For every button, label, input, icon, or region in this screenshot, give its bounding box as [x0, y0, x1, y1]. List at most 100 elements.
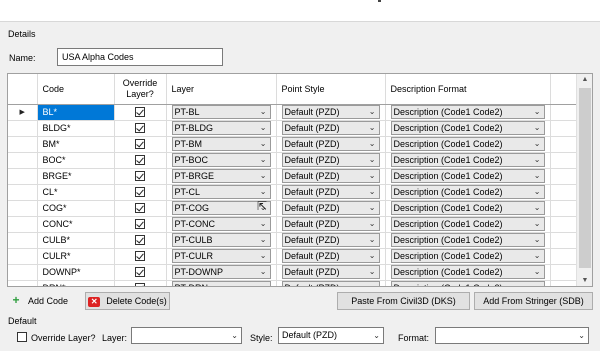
paste-civil3d-button[interactable]: Paste From Civil3D (DKS) [337, 292, 470, 310]
description-format-cell[interactable]: Description (Code1 Code2) ⌄ [385, 152, 551, 169]
layer-dropdown[interactable]: PT-BOC ⌄ [171, 153, 271, 167]
code-cell[interactable]: CL* [37, 184, 115, 201]
description-format-cell[interactable]: Description (Code1 Code2) ⌄ [385, 280, 551, 286]
layer-cell[interactable]: PT-CULB ⌄ [166, 232, 277, 249]
code-cell[interactable]: COG* [37, 200, 115, 217]
layer-cell[interactable]: PT-CULR ⌄ [166, 248, 277, 265]
row-header[interactable] [8, 264, 38, 281]
col-header-description-format[interactable]: Description Format [385, 74, 551, 105]
override-checkbox[interactable] [135, 155, 145, 166]
point-style-dropdown[interactable]: Default (PZD) ⌄ [281, 185, 380, 199]
layer-cell[interactable]: PT-BRGE ⌄ [166, 168, 277, 185]
point-style-dropdown[interactable]: Default (PZD) ⌄ [281, 105, 380, 119]
layer-cell[interactable]: PT-DOWNP ⌄ [166, 264, 277, 281]
add-code-button[interactable]: + Add Code [10, 292, 78, 310]
code-cell[interactable]: DOWNP* [37, 264, 115, 281]
point-style-dropdown[interactable]: Default (PZD) ⌄ [281, 137, 380, 151]
point-style-cell[interactable]: Default (PZD) ⌄ [276, 280, 386, 286]
description-format-cell[interactable]: Description (Code1 Code2) ⌄ [385, 216, 551, 233]
row-header[interactable] [8, 248, 38, 265]
description-format-cell[interactable]: Description (Code1 Code2) ⌄ [385, 200, 551, 217]
description-format-dropdown[interactable]: Description (Code1 Code2) ⌄ [390, 185, 545, 199]
row-header[interactable] [8, 184, 38, 201]
description-format-dropdown[interactable]: Description (Code1 Code2) ⌄ [390, 169, 545, 183]
point-style-dropdown[interactable]: Default (PZD) ⌄ [281, 121, 380, 135]
description-format-dropdown[interactable]: Description (Code1 Code2) ⌄ [390, 201, 545, 215]
point-style-cell[interactable]: Default (PZD) ⌄ [276, 120, 386, 137]
add-stringer-button[interactable]: Add From Stringer (SDB) [474, 292, 593, 310]
layer-dropdown[interactable]: PT-CONC ⌄ [171, 217, 271, 231]
code-cell[interactable]: BL* [37, 104, 115, 121]
point-style-cell[interactable]: Default (PZD) ⌄ [276, 168, 386, 185]
table-row[interactable]: BRGE* PT-BRGE ⌄ Default (PZD) ⌄ Description (… [8, 168, 578, 185]
default-layer-select[interactable]: ⌄ [131, 327, 242, 344]
layer-cell[interactable]: PT-CONC ⌄ [166, 216, 277, 233]
table-row[interactable]: BM* PT-BM ⌄ Default (PZD) ⌄ Description (Code… [8, 136, 578, 153]
point-style-cell[interactable]: Default (PZD) ⌄ [276, 248, 386, 265]
override-checkbox[interactable] [135, 267, 145, 278]
description-format-cell[interactable]: Description (Code1 Code2) ⌄ [385, 264, 551, 281]
layer-dropdown[interactable]: PT-DRN ⌄ [171, 281, 271, 286]
table-row[interactable]: ▶ BL* PT-BL ⌄ Default (PZD) ⌄ Description (Cod… [8, 104, 578, 121]
override-cell[interactable] [114, 184, 167, 201]
code-cell[interactable]: BLDG* [37, 120, 115, 137]
point-style-dropdown[interactable]: Default (PZD) ⌄ [281, 281, 380, 286]
point-style-cell[interactable]: Default (PZD) ⌄ [276, 104, 386, 121]
default-format-select[interactable]: ⌄ [435, 327, 589, 344]
override-cell[interactable] [114, 152, 167, 169]
point-style-dropdown[interactable]: Default (PZD) ⌄ [281, 249, 380, 263]
row-header[interactable] [8, 200, 38, 217]
description-format-dropdown[interactable]: Description (Code1 Code2) ⌄ [390, 233, 545, 247]
layer-dropdown[interactable]: PT-BM ⌄ [171, 137, 271, 151]
scroll-down-icon[interactable]: ▼ [577, 277, 592, 284]
point-style-dropdown[interactable]: Default (PZD) ⌄ [281, 169, 380, 183]
description-format-cell[interactable]: Description (Code1 Code2) ⌄ [385, 104, 551, 121]
table-row[interactable]: DOWNP* PT-DOWNP ⌄ Default (PZD) ⌄ Description… [8, 264, 578, 281]
override-cell[interactable] [114, 168, 167, 185]
row-header[interactable] [8, 168, 38, 185]
table-row[interactable]: CULB* PT-CULB ⌄ Default (PZD) ⌄ Description (… [8, 232, 578, 249]
delete-codes-button[interactable]: ✕ Delete Code(s) [85, 292, 170, 310]
override-cell[interactable] [114, 136, 167, 153]
override-cell[interactable] [114, 264, 167, 281]
point-style-dropdown[interactable]: Default (PZD) ⌄ [281, 201, 380, 215]
description-format-dropdown[interactable]: Description (Code1 Code2) ⌄ [390, 137, 545, 151]
code-cell[interactable]: CULR* [37, 248, 115, 265]
code-cell[interactable]: BM* [37, 136, 115, 153]
col-header-override[interactable]: Override Layer? [114, 74, 167, 105]
override-checkbox[interactable] [135, 283, 145, 286]
row-header[interactable] [8, 216, 38, 233]
point-style-cell[interactable]: Default (PZD) ⌄ [276, 184, 386, 201]
description-format-dropdown[interactable]: Description (Code1 Code2) ⌄ [390, 249, 545, 263]
description-format-cell[interactable]: Description (Code1 Code2) ⌄ [385, 120, 551, 137]
layer-dropdown[interactable]: PT-COG ⌄ [171, 201, 271, 215]
description-format-cell[interactable]: Description (Code1 Code2) ⌄ [385, 232, 551, 249]
table-row[interactable]: CONC* PT-CONC ⌄ Default (PZD) ⌄ Description (… [8, 216, 578, 233]
point-style-cell[interactable]: Default (PZD) ⌄ [276, 200, 386, 217]
description-format-dropdown[interactable]: Description (Code1 Code2) ⌄ [390, 105, 545, 119]
layer-dropdown[interactable]: PT-CULR ⌄ [171, 249, 271, 263]
description-format-cell[interactable]: Description (Code1 Code2) ⌄ [385, 248, 551, 265]
override-cell[interactable] [114, 104, 167, 121]
override-checkbox[interactable] [135, 171, 145, 182]
description-format-dropdown[interactable]: Description (Code1 Code2) ⌄ [390, 217, 545, 231]
point-style-cell[interactable]: Default (PZD) ⌄ [276, 264, 386, 281]
table-row[interactable]: CL* PT-CL ⌄ Default (PZD) ⌄ Description (Code… [8, 184, 578, 201]
description-format-dropdown[interactable]: Description (Code1 Code2) ⌄ [390, 281, 545, 286]
layer-cell[interactable]: PT-DRN ⌄ [166, 280, 277, 286]
point-style-dropdown[interactable]: Default (PZD) ⌄ [281, 265, 380, 279]
point-style-cell[interactable]: Default (PZD) ⌄ [276, 136, 386, 153]
layer-cell[interactable]: PT-BM ⌄ [166, 136, 277, 153]
default-override-checkbox[interactable] [17, 332, 27, 342]
table-row[interactable]: DRN*PT-DRN⌄Default (PZD)⌄Description (Co… [8, 280, 578, 286]
override-cell[interactable] [114, 120, 167, 137]
code-cell[interactable]: CULB* [37, 232, 115, 249]
override-checkbox[interactable] [135, 123, 145, 134]
override-checkbox[interactable] [135, 235, 145, 246]
scroll-thumb[interactable] [579, 88, 591, 268]
table-row[interactable]: COG* PT-COG ⌄ Default (PZD) ⌄ Description (Co… [8, 200, 578, 217]
vertical-scrollbar[interactable]: ▲ ▼ [576, 74, 592, 286]
override-cell[interactable] [114, 200, 167, 217]
layer-cell[interactable]: PT-BOC ⌄ [166, 152, 277, 169]
col-header-point-style[interactable]: Point Style [276, 74, 386, 105]
